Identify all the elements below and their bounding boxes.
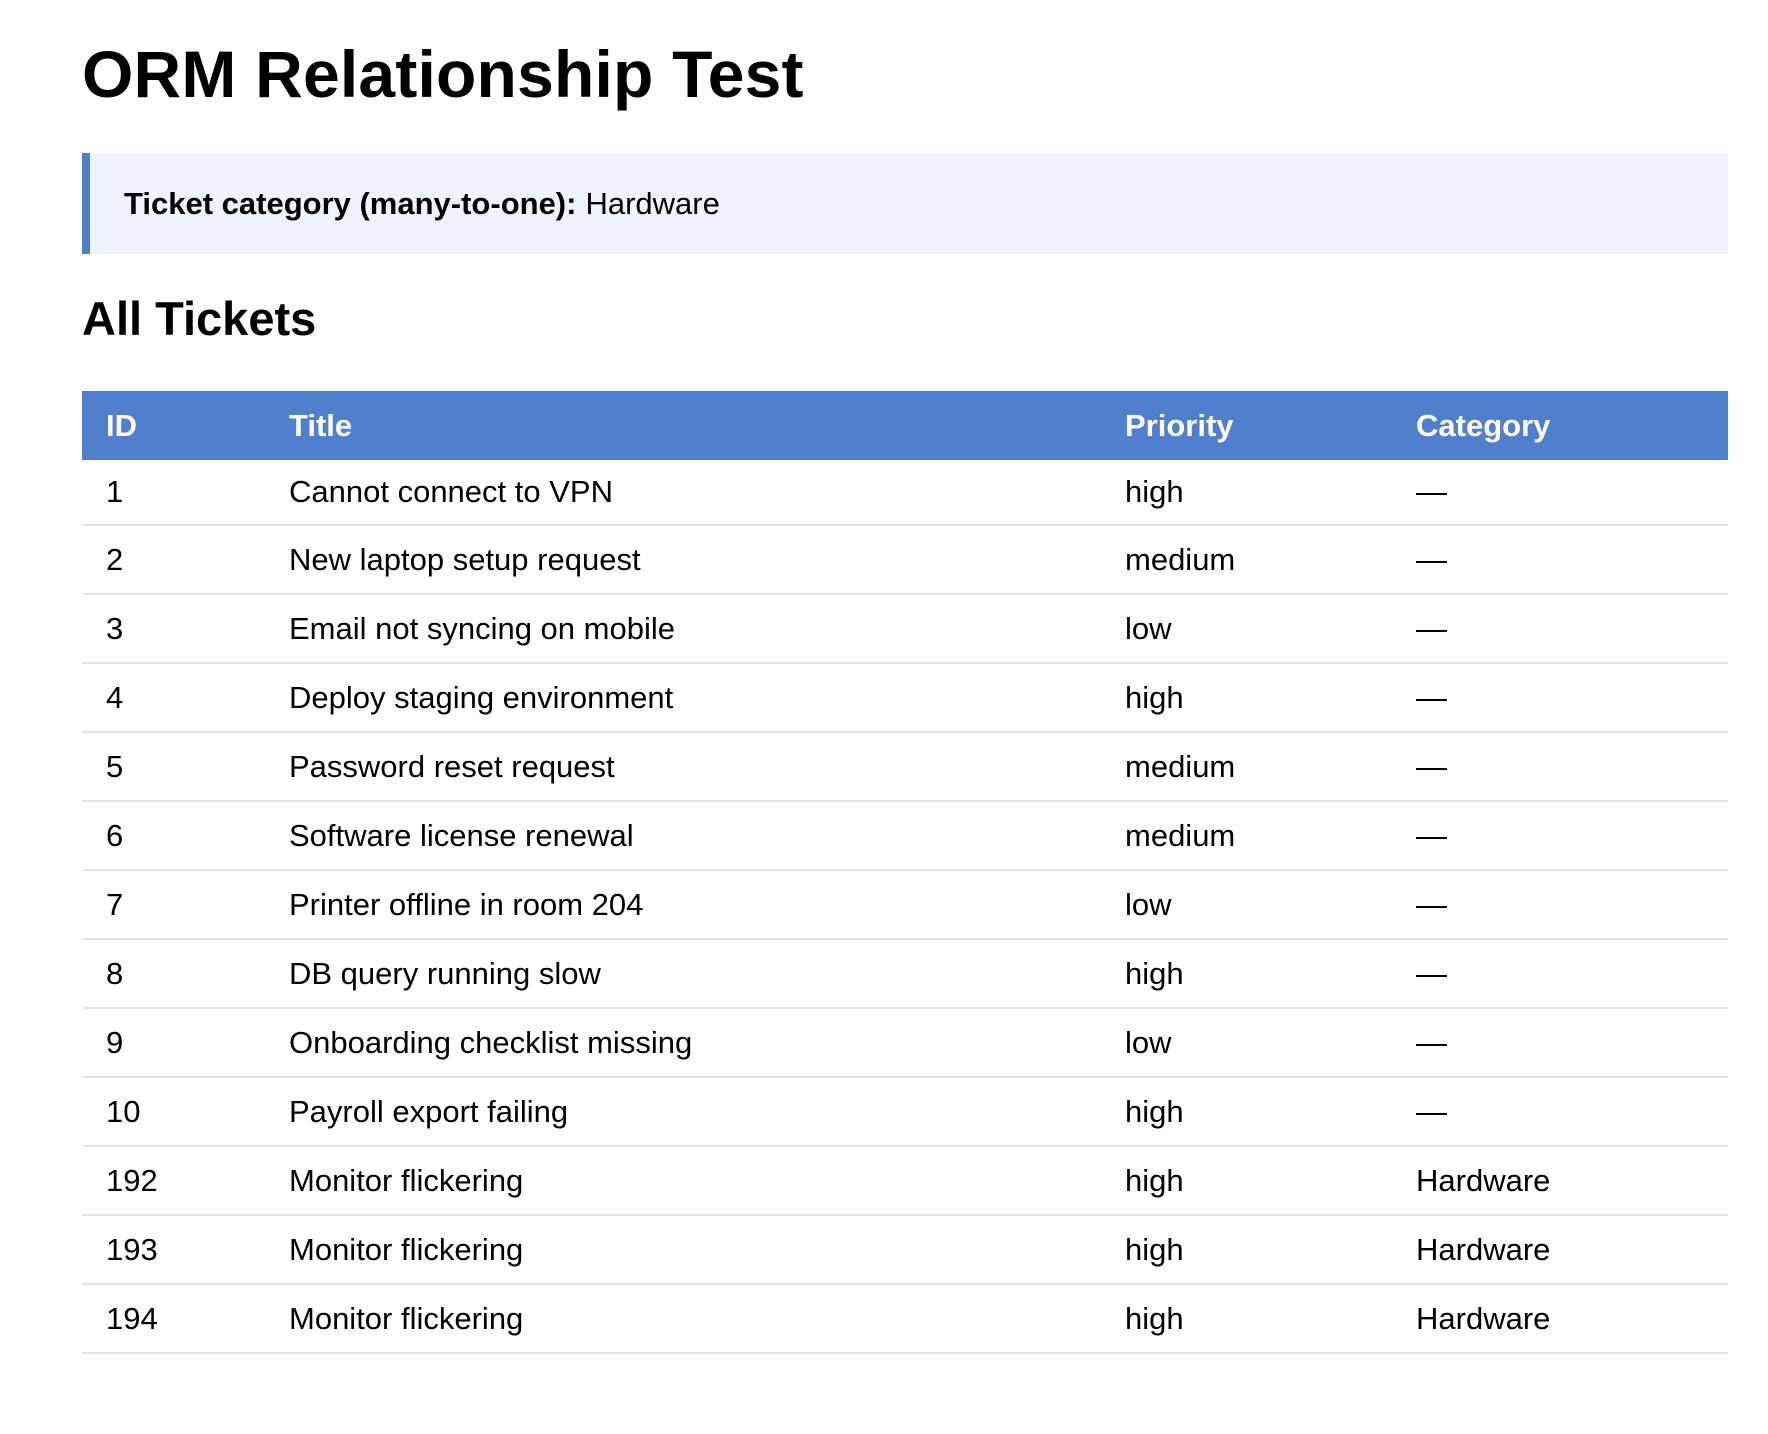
ticket-title-cell: Password reset request: [265, 732, 1101, 802]
ticket-category-cell: —: [1392, 1077, 1728, 1147]
ticket-id-cell: 192: [82, 1146, 265, 1216]
ticket-id-cell: 3: [82, 594, 265, 664]
ticket-title-cell: DB query running slow: [265, 939, 1101, 1009]
ticket-id-cell: 5: [82, 732, 265, 802]
ticket-title-cell: Printer offline in room 204: [265, 870, 1101, 940]
ticket-category-cell: Hardware: [1392, 1215, 1728, 1285]
column-header-title: Title: [289, 407, 353, 443]
page-content: ORM Relationship Test Ticket category (m…: [82, 0, 1728, 1354]
ticket-title-cell: Monitor flickering: [265, 1284, 1101, 1354]
category-info-box: Ticket category (many-to-one): Hardware: [82, 153, 1728, 254]
ticket-category-cell: —: [1392, 870, 1728, 940]
ticket-category-cell: —: [1392, 525, 1728, 595]
table-row: 5 Password reset request medium —: [82, 732, 1728, 802]
ticket-title-cell: Software license renewal: [265, 801, 1101, 871]
ticket-title-cell: Deploy staging environment: [265, 663, 1101, 733]
ticket-id-cell: 8: [82, 939, 265, 1009]
ticket-category-cell: —: [1392, 594, 1728, 664]
table-row: 194 Monitor flickering high Hardware: [82, 1284, 1728, 1354]
ticket-id-cell: 1: [82, 460, 265, 526]
ticket-category-cell: —: [1392, 1008, 1728, 1078]
ticket-id-cell: 193: [82, 1215, 265, 1285]
ticket-category-cell: Hardware: [1392, 1146, 1728, 1216]
ticket-id-cell: 6: [82, 801, 265, 871]
ticket-priority-cell: medium: [1101, 525, 1392, 595]
category-info-label: Ticket category (many-to-one):: [124, 185, 577, 221]
ticket-id-cell: 9: [82, 1008, 265, 1078]
ticket-priority-cell: low: [1101, 1008, 1392, 1078]
ticket-priority-cell: low: [1101, 594, 1392, 664]
ticket-id-cell: 2: [82, 525, 265, 595]
table-header-row: ID Title Priority Category: [82, 391, 1728, 460]
ticket-category-cell: —: [1392, 939, 1728, 1009]
ticket-priority-cell: high: [1101, 460, 1392, 526]
table-row: 1 Cannot connect to VPN high —: [82, 460, 1728, 526]
ticket-id-cell: 10: [82, 1077, 265, 1147]
ticket-category-cell: —: [1392, 663, 1728, 733]
table-row: 8 DB query running slow high —: [82, 939, 1728, 1009]
ticket-category-cell: —: [1392, 801, 1728, 871]
table-row: 4 Deploy staging environment high —: [82, 663, 1728, 733]
column-header-id: ID: [106, 407, 137, 443]
ticket-priority-cell: medium: [1101, 801, 1392, 871]
table-row: 7 Printer offline in room 204 low —: [82, 870, 1728, 940]
ticket-id-cell: 4: [82, 663, 265, 733]
ticket-title-cell: Email not syncing on mobile: [265, 594, 1101, 664]
ticket-priority-cell: high: [1101, 1077, 1392, 1147]
category-info-value: Hardware: [585, 185, 720, 221]
ticket-title-cell: Monitor flickering: [265, 1146, 1101, 1216]
ticket-priority-cell: high: [1101, 939, 1392, 1009]
table-row: 9 Onboarding checklist missing low —: [82, 1008, 1728, 1078]
column-header-category: Category: [1416, 407, 1551, 443]
ticket-id-cell: 194: [82, 1284, 265, 1354]
ticket-id-cell: 7: [82, 870, 265, 940]
ticket-title-cell: Payroll export failing: [265, 1077, 1101, 1147]
ticket-priority-cell: high: [1101, 663, 1392, 733]
table-row: 192 Monitor flickering high Hardware: [82, 1146, 1728, 1216]
table-row: 6 Software license renewal medium —: [82, 801, 1728, 871]
ticket-title-cell: Cannot connect to VPN: [265, 460, 1101, 526]
table-row: 3 Email not syncing on mobile low —: [82, 594, 1728, 664]
page-title: ORM Relationship Test: [82, 37, 804, 111]
table-row: 193 Monitor flickering high Hardware: [82, 1215, 1728, 1285]
ticket-category-cell: Hardware: [1392, 1284, 1728, 1354]
ticket-category-cell: —: [1392, 732, 1728, 802]
ticket-title-cell: Onboarding checklist missing: [265, 1008, 1101, 1078]
ticket-priority-cell: low: [1101, 870, 1392, 940]
ticket-title-cell: New laptop setup request: [265, 525, 1101, 595]
column-header-priority: Priority: [1125, 407, 1234, 443]
tickets-table: ID Title Priority Category 1 Cannot conn…: [82, 391, 1728, 1354]
ticket-priority-cell: medium: [1101, 732, 1392, 802]
ticket-priority-cell: high: [1101, 1146, 1392, 1216]
table-row: 2 New laptop setup request medium —: [82, 525, 1728, 595]
section-title: All Tickets: [82, 292, 317, 345]
table-row: 10 Payroll export failing high —: [82, 1077, 1728, 1147]
ticket-title-cell: Monitor flickering: [265, 1215, 1101, 1285]
ticket-priority-cell: high: [1101, 1284, 1392, 1354]
ticket-category-cell: —: [1392, 460, 1728, 526]
ticket-priority-cell: high: [1101, 1215, 1392, 1285]
